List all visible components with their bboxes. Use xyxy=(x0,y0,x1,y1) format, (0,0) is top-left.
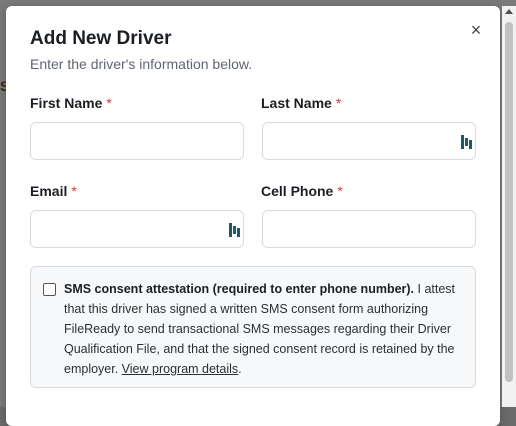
required-marker: * xyxy=(71,183,77,199)
password-manager-icon[interactable] xyxy=(229,223,241,237)
page-scrollbar[interactable] xyxy=(502,6,516,407)
cell-phone-label-text: Cell Phone xyxy=(261,183,334,199)
view-program-details-link[interactable]: View program details xyxy=(122,362,239,376)
cell-phone-label: Cell Phone * xyxy=(261,183,343,199)
scroll-up-arrow-icon[interactable] xyxy=(505,9,513,14)
last-name-label: Last Name * xyxy=(261,95,341,111)
first-name-input[interactable] xyxy=(30,122,244,160)
consent-heading: SMS consent attestation (required to ent… xyxy=(64,282,415,296)
email-label-text: Email xyxy=(30,183,68,199)
email-label: Email * xyxy=(30,183,77,199)
sms-consent-panel: SMS consent attestation (required to ent… xyxy=(30,266,476,388)
last-name-label-text: Last Name xyxy=(261,95,332,111)
sms-consent-text: SMS consent attestation (required to ent… xyxy=(64,279,469,379)
close-button[interactable]: × xyxy=(466,20,486,40)
first-name-label-text: First Name xyxy=(30,95,103,111)
required-marker: * xyxy=(337,183,343,199)
scrollbar-thumb[interactable] xyxy=(505,22,513,382)
last-name-input[interactable] xyxy=(262,122,476,160)
consent-trailing: . xyxy=(238,362,242,376)
password-manager-icon[interactable] xyxy=(461,135,473,149)
first-name-label: First Name * xyxy=(30,95,112,111)
email-input[interactable] xyxy=(30,210,244,248)
dialog-title: Add New Driver xyxy=(30,28,172,49)
add-driver-dialog: Add New Driver Enter the driver's inform… xyxy=(6,6,500,426)
sms-consent-checkbox[interactable] xyxy=(43,283,56,296)
cell-phone-input[interactable] xyxy=(262,210,476,248)
required-marker: * xyxy=(106,95,112,111)
required-marker: * xyxy=(335,95,342,111)
dialog-subtitle: Enter the driver's information below. xyxy=(30,56,253,72)
